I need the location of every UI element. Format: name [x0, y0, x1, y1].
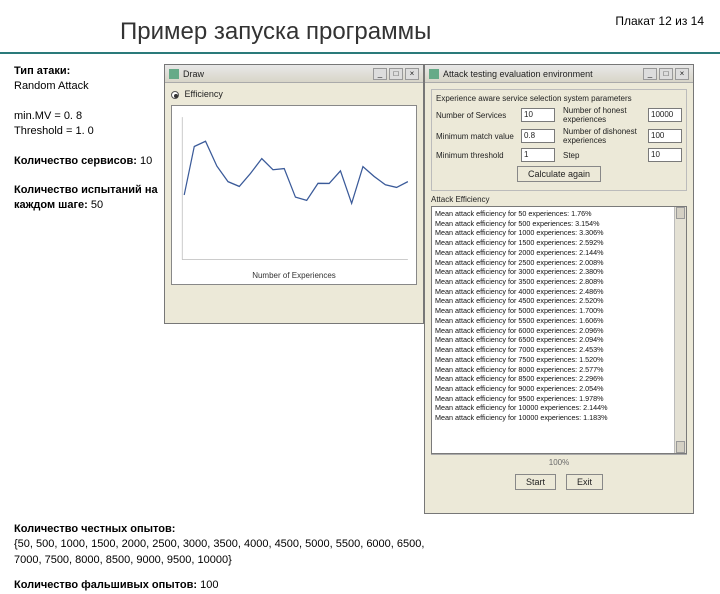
threshold-field-label: Minimum threshold [436, 151, 521, 160]
step-field-label: Step [563, 151, 648, 160]
log-line: Mean attack efficiency for 5000 experien… [435, 306, 672, 316]
close-icon[interactable]: × [405, 68, 419, 80]
attack-type-label: Тип атаки: [14, 65, 70, 77]
calculate-button[interactable]: Calculate again [517, 166, 601, 182]
services-input[interactable]: 10 [521, 108, 555, 122]
log-line: Mean attack efficiency for 50 experience… [435, 209, 672, 219]
env-title: Attack testing evaluation environment [443, 69, 641, 79]
log-line: Mean attack efficiency for 1500 experien… [435, 238, 672, 248]
maximize-icon[interactable]: □ [389, 68, 403, 80]
env-titlebar[interactable]: Attack testing evaluation environment _ … [425, 65, 693, 83]
log-line: Mean attack efficiency for 500 experienc… [435, 219, 672, 229]
log-line: Mean attack efficiency for 2000 experien… [435, 248, 672, 258]
status-bar: 100% [431, 454, 687, 470]
attack-type-value: Random Attack [14, 80, 89, 92]
poster-counter: Плакат 12 из 14 [615, 14, 704, 28]
services-field-label: Number of Services [436, 111, 521, 120]
params-sidebar: Тип атаки: Random Attack min.MV = 0. 8 Thr… [14, 64, 164, 514]
trials-value: 50 [88, 199, 103, 211]
efficiency-chart: Number of Experiences [171, 105, 417, 285]
draw-titlebar[interactable]: Draw _ □ × [165, 65, 423, 83]
efficiency-radio-label: Efficiency [185, 89, 223, 99]
close-icon[interactable]: × [675, 68, 689, 80]
threshold-text: Threshold = 1. 0 [14, 125, 94, 137]
services-value: 10 [137, 155, 152, 167]
honest-field-label: Number of honest experiences [563, 106, 648, 124]
params-section-title: Experience aware service selection syste… [436, 94, 682, 103]
log-line: Mean attack efficiency for 10000 experie… [435, 403, 672, 413]
log-line: Mean attack efficiency for 1000 experien… [435, 228, 672, 238]
draw-title: Draw [183, 69, 371, 79]
log-line: Mean attack efficiency for 5500 experien… [435, 316, 672, 326]
threshold-input[interactable]: 1 [521, 148, 555, 162]
fake-exp-value: 100 [197, 579, 218, 591]
honest-exp-label: Количество честных опытов: [14, 523, 175, 535]
maximize-icon[interactable]: □ [659, 68, 673, 80]
minmv-field-label: Minimum match value [436, 132, 521, 141]
efficiency-section-title: Attack Efficiency [431, 195, 687, 204]
start-button[interactable]: Start [515, 474, 556, 490]
app-icon [169, 69, 179, 79]
minmv-text: min.MV = 0. 8 [14, 110, 82, 122]
honest-exp-list: {50, 500, 1000, 1500, 2000, 2500, 3000, … [14, 538, 424, 565]
step-input[interactable]: 10 [648, 148, 682, 162]
chart-xlabel: Number of Experiences [172, 271, 416, 280]
draw-window: Draw _ □ × Efficiency Number of Experien… [164, 64, 424, 324]
dishonest-input[interactable]: 100 [648, 129, 682, 143]
log-line: Mean attack efficiency for 3500 experien… [435, 277, 672, 287]
log-line: Mean attack efficiency for 8500 experien… [435, 374, 672, 384]
log-panel: Mean attack efficiency for 50 experience… [431, 206, 687, 454]
app-icon [429, 69, 439, 79]
scrollbar[interactable] [674, 207, 686, 453]
log-line: Mean attack efficiency for 4500 experien… [435, 296, 672, 306]
minimize-icon[interactable]: _ [643, 68, 657, 80]
log-line: Mean attack efficiency for 10000 experie… [435, 413, 672, 423]
log-line: Mean attack efficiency for 3000 experien… [435, 267, 672, 277]
page-title: Пример запуска программы [120, 18, 431, 46]
efficiency-radio[interactable] [171, 91, 179, 99]
log-line: Mean attack efficiency for 2500 experien… [435, 258, 672, 268]
env-window: Attack testing evaluation environment _ … [424, 64, 694, 514]
log-line: Mean attack efficiency for 6000 experien… [435, 326, 672, 336]
services-label: Количество сервисов: [14, 155, 137, 167]
minmv-input[interactable]: 0.8 [521, 129, 555, 143]
log-line: Mean attack efficiency for 9500 experien… [435, 394, 672, 404]
log-line: Mean attack efficiency for 7500 experien… [435, 355, 672, 365]
log-line: Mean attack efficiency for 7000 experien… [435, 345, 672, 355]
log-line: Mean attack efficiency for 9000 experien… [435, 384, 672, 394]
log-line: Mean attack efficiency for 4000 experien… [435, 287, 672, 297]
trials-label: Количество испытаний на каждом шаге: [14, 184, 158, 211]
honest-input[interactable]: 10000 [648, 108, 682, 122]
minimize-icon[interactable]: _ [373, 68, 387, 80]
log-line: Mean attack efficiency for 8000 experien… [435, 365, 672, 375]
log-line: Mean attack efficiency for 6500 experien… [435, 335, 672, 345]
fake-exp-label: Количество фальшивых опытов: [14, 579, 197, 591]
exit-button[interactable]: Exit [566, 474, 603, 490]
dishonest-field-label: Number of dishonest experiences [563, 127, 648, 145]
